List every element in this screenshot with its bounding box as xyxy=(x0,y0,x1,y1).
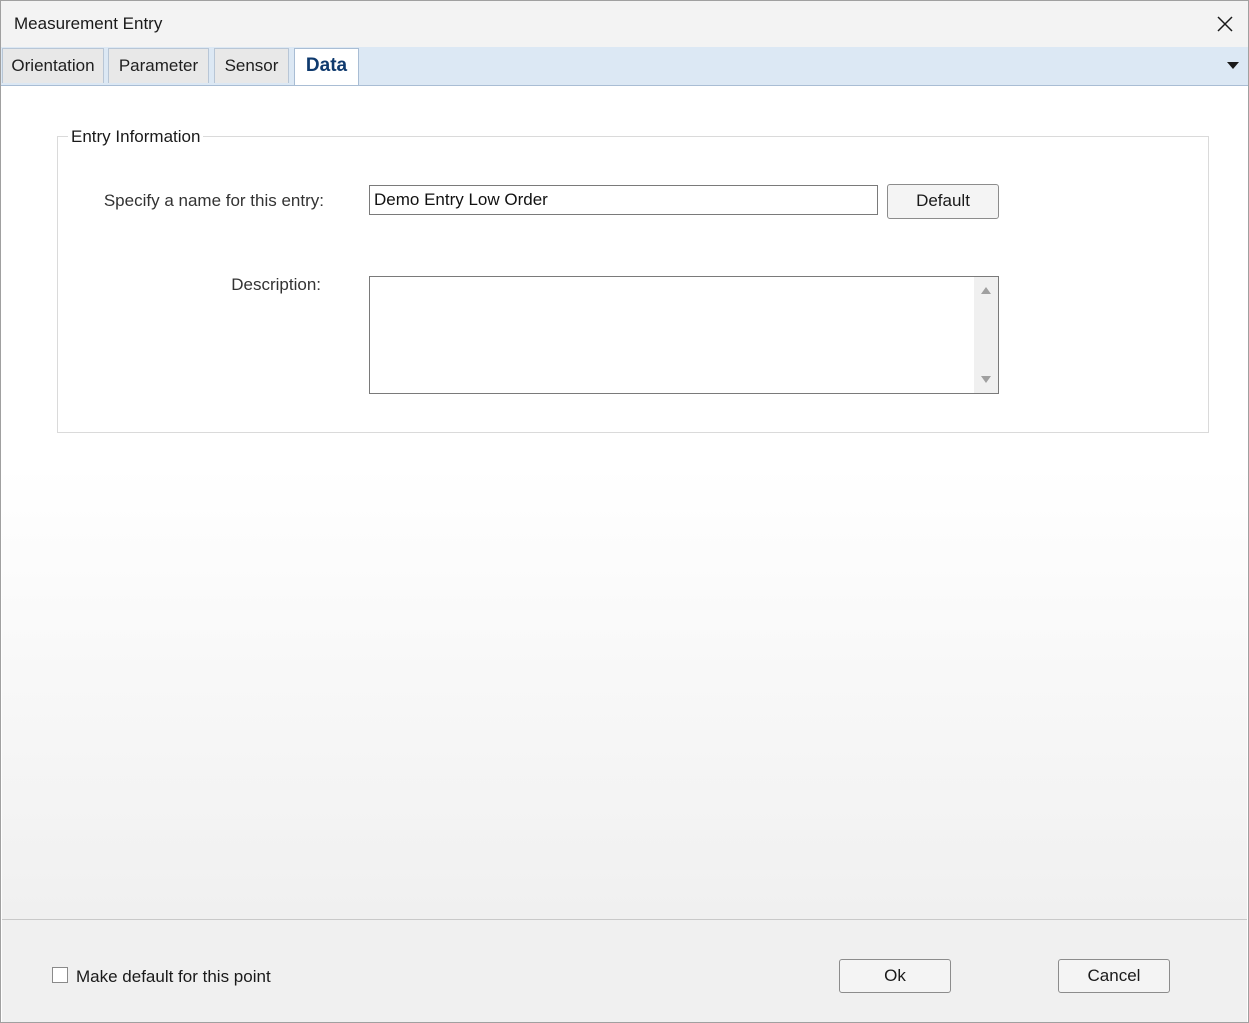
tab-strip: Orientation Parameter Sensor Data xyxy=(1,47,1248,86)
description-input[interactable] xyxy=(370,277,974,393)
tab-orientation[interactable]: Orientation xyxy=(2,48,104,83)
default-button[interactable]: Default xyxy=(887,184,999,219)
description-label: Description: xyxy=(231,275,321,294)
description-field xyxy=(369,276,999,394)
description-scrollbar[interactable] xyxy=(974,277,998,393)
make-default-label[interactable]: Make default for this point xyxy=(76,967,271,987)
title-bar: Measurement Entry xyxy=(1,1,1248,47)
close-button[interactable] xyxy=(1202,1,1248,47)
ok-button[interactable]: Ok xyxy=(839,959,951,993)
cancel-button[interactable]: Cancel xyxy=(1058,959,1170,993)
window-title: Measurement Entry xyxy=(14,14,163,33)
scroll-up-arrow-icon[interactable] xyxy=(980,285,992,295)
entry-information-title: Entry Information xyxy=(68,127,204,147)
tab-data[interactable]: Data xyxy=(294,48,359,85)
make-default-checkbox[interactable] xyxy=(52,967,68,983)
tab-sensor[interactable]: Sensor xyxy=(214,48,289,83)
entry-name-input[interactable] xyxy=(369,185,878,215)
close-icon xyxy=(1217,16,1233,32)
data-tab-panel: Entry Information Specify a name for thi… xyxy=(2,86,1247,919)
dialog-footer: Make default for this point Ok Cancel xyxy=(2,919,1247,1022)
tab-overflow-dropdown-icon[interactable] xyxy=(1226,59,1240,71)
scroll-down-arrow-icon[interactable] xyxy=(980,375,992,385)
measurement-entry-dialog: Measurement Entry Orientation Parameter … xyxy=(0,0,1249,1023)
tab-parameter[interactable]: Parameter xyxy=(108,48,209,83)
entry-name-label: Specify a name for this entry: xyxy=(103,191,324,210)
